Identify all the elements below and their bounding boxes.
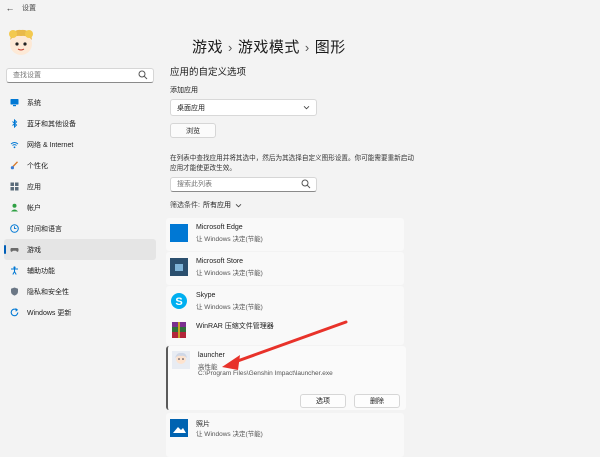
sidebar-item-network[interactable]: 网络 & Internet: [4, 134, 156, 155]
app-path: C:\Program Files\Genshin Impact\launcher…: [198, 370, 333, 377]
monitor-icon: [10, 98, 19, 107]
sidebar-item-label: 网络 & Internet: [27, 141, 74, 149]
bluetooth-icon: [10, 119, 19, 128]
photos-tile-icon: [170, 419, 188, 437]
app-name: Microsoft Edge: [196, 224, 243, 231]
sidebar-item-label: 隐私和安全性: [27, 288, 69, 296]
gamepad-icon: [10, 245, 19, 254]
search-icon: [138, 70, 148, 80]
sidebar-item-bluetooth[interactable]: 蓝牙和其他设备: [4, 113, 156, 134]
launcher-tile-icon: [172, 351, 190, 369]
store-tile-icon: [170, 258, 188, 276]
chevron-right-icon: ›: [304, 40, 310, 55]
settings-search-input[interactable]: [7, 69, 139, 82]
skype-tile-icon: S: [170, 292, 188, 310]
app-item-edge[interactable]: Microsoft Edge 让 Windows 决定(节能): [166, 218, 404, 251]
sidebar-item-windows-update[interactable]: Windows 更新: [4, 302, 156, 323]
breadcrumb-item-game-mode[interactable]: 游戏模式: [238, 39, 300, 56]
filter-value: 所有应用: [202, 202, 231, 209]
app-name: WinRAR 压缩文件管理器: [196, 323, 274, 330]
sidebar-item-label: 蓝牙和其他设备: [27, 120, 76, 128]
wifi-icon: [10, 140, 19, 149]
sidebar-item-apps[interactable]: 应用: [4, 176, 156, 197]
search-icon: [301, 179, 311, 189]
sidebar-nav: 系统 蓝牙和其他设备 网络 & Internet 个性化 应用 帐户 时间和语言…: [4, 92, 156, 323]
avatar[interactable]: [6, 26, 36, 58]
update-icon: [10, 308, 19, 317]
instructions-text: 在列表中查找应用并将其选中，然后为其选择自定义图形设置。你可能需要重新启动应用才…: [170, 155, 414, 172]
sidebar-item-label: 个性化: [27, 162, 48, 170]
sidebar-item-label: Windows 更新: [27, 309, 72, 317]
app-item-launcher[interactable]: launcher 高性能 C:\Program Files\Genshin Im…: [166, 346, 406, 410]
dropdown-value: 桌面应用: [177, 104, 205, 112]
filter-control[interactable]: 筛选条件: 所有应用: [170, 200, 242, 210]
winrar-tile-icon: [170, 321, 188, 339]
sidebar-item-accessibility[interactable]: 辅助功能: [4, 260, 156, 281]
delete-button[interactable]: 删除: [354, 394, 400, 408]
sidebar-item-label: 系统: [27, 99, 41, 107]
app-status: 让 Windows 决定(节能): [196, 270, 263, 277]
svg-text:S: S: [175, 296, 182, 308]
sidebar-item-label: 应用: [27, 183, 41, 191]
apps-icon: [10, 182, 19, 191]
section-title: 应用的自定义选项: [170, 67, 247, 78]
app-status: 让 Windows 决定(节能): [196, 431, 263, 438]
sidebar-item-label: 辅助功能: [27, 267, 55, 275]
app-item-store[interactable]: Microsoft Store 让 Windows 决定(节能): [166, 252, 404, 285]
sidebar-item-gaming[interactable]: 游戏: [4, 239, 156, 260]
chevron-down-icon: [303, 105, 310, 110]
breadcrumb-item-graphics: 图形: [314, 39, 346, 56]
app-status: 让 Windows 决定(节能): [196, 304, 263, 311]
app-item-winrar[interactable]: WinRAR 压缩文件管理器: [166, 315, 404, 345]
shield-icon: [10, 287, 19, 296]
sidebar-item-privacy-security[interactable]: 隐私和安全性: [4, 281, 156, 302]
brush-icon: [10, 161, 19, 170]
browse-button[interactable]: 浏览: [170, 123, 216, 138]
sidebar-item-label: 时间和语言: [27, 225, 62, 233]
app-name: Microsoft Store: [196, 258, 244, 265]
sidebar-item-label: 帐户: [27, 204, 41, 212]
sidebar-item-accounts[interactable]: 帐户: [4, 197, 156, 218]
app-name: Skype: [196, 292, 216, 299]
back-arrow-icon[interactable]: ←: [4, 2, 16, 14]
add-app-label: 添加应用: [170, 87, 198, 94]
app-status: 让 Windows 决定(节能): [196, 236, 263, 243]
chevron-down-icon: [235, 203, 242, 207]
filter-label: 筛选条件:: [170, 202, 200, 209]
accessibility-icon: [10, 266, 19, 275]
chevron-right-icon: ›: [228, 40, 233, 55]
globe-clock-icon: [10, 224, 19, 233]
sidebar-item-time-language[interactable]: 时间和语言: [4, 218, 156, 239]
app-list-search-box[interactable]: [170, 177, 317, 192]
breadcrumb: 游戏 › 游戏模式 › 图形: [192, 36, 346, 57]
window-title: 设置: [22, 5, 36, 12]
sidebar-item-label: 游戏: [27, 246, 41, 254]
edge-tile-icon: [170, 224, 188, 242]
app-name: launcher: [198, 352, 225, 359]
app-type-dropdown[interactable]: 桌面应用: [170, 99, 317, 116]
settings-search-box[interactable]: [6, 68, 154, 83]
app-list-search-input[interactable]: [171, 178, 303, 191]
person-icon: [10, 203, 19, 212]
sidebar-item-personalization[interactable]: 个性化: [4, 155, 156, 176]
breadcrumb-item-gaming[interactable]: 游戏: [192, 39, 223, 56]
title-bar: ← 设置: [0, 0, 600, 16]
sidebar-item-system[interactable]: 系统: [4, 92, 156, 113]
app-item-photos[interactable]: 照片 让 Windows 决定(节能): [166, 413, 404, 457]
options-button[interactable]: 选项: [300, 394, 346, 408]
